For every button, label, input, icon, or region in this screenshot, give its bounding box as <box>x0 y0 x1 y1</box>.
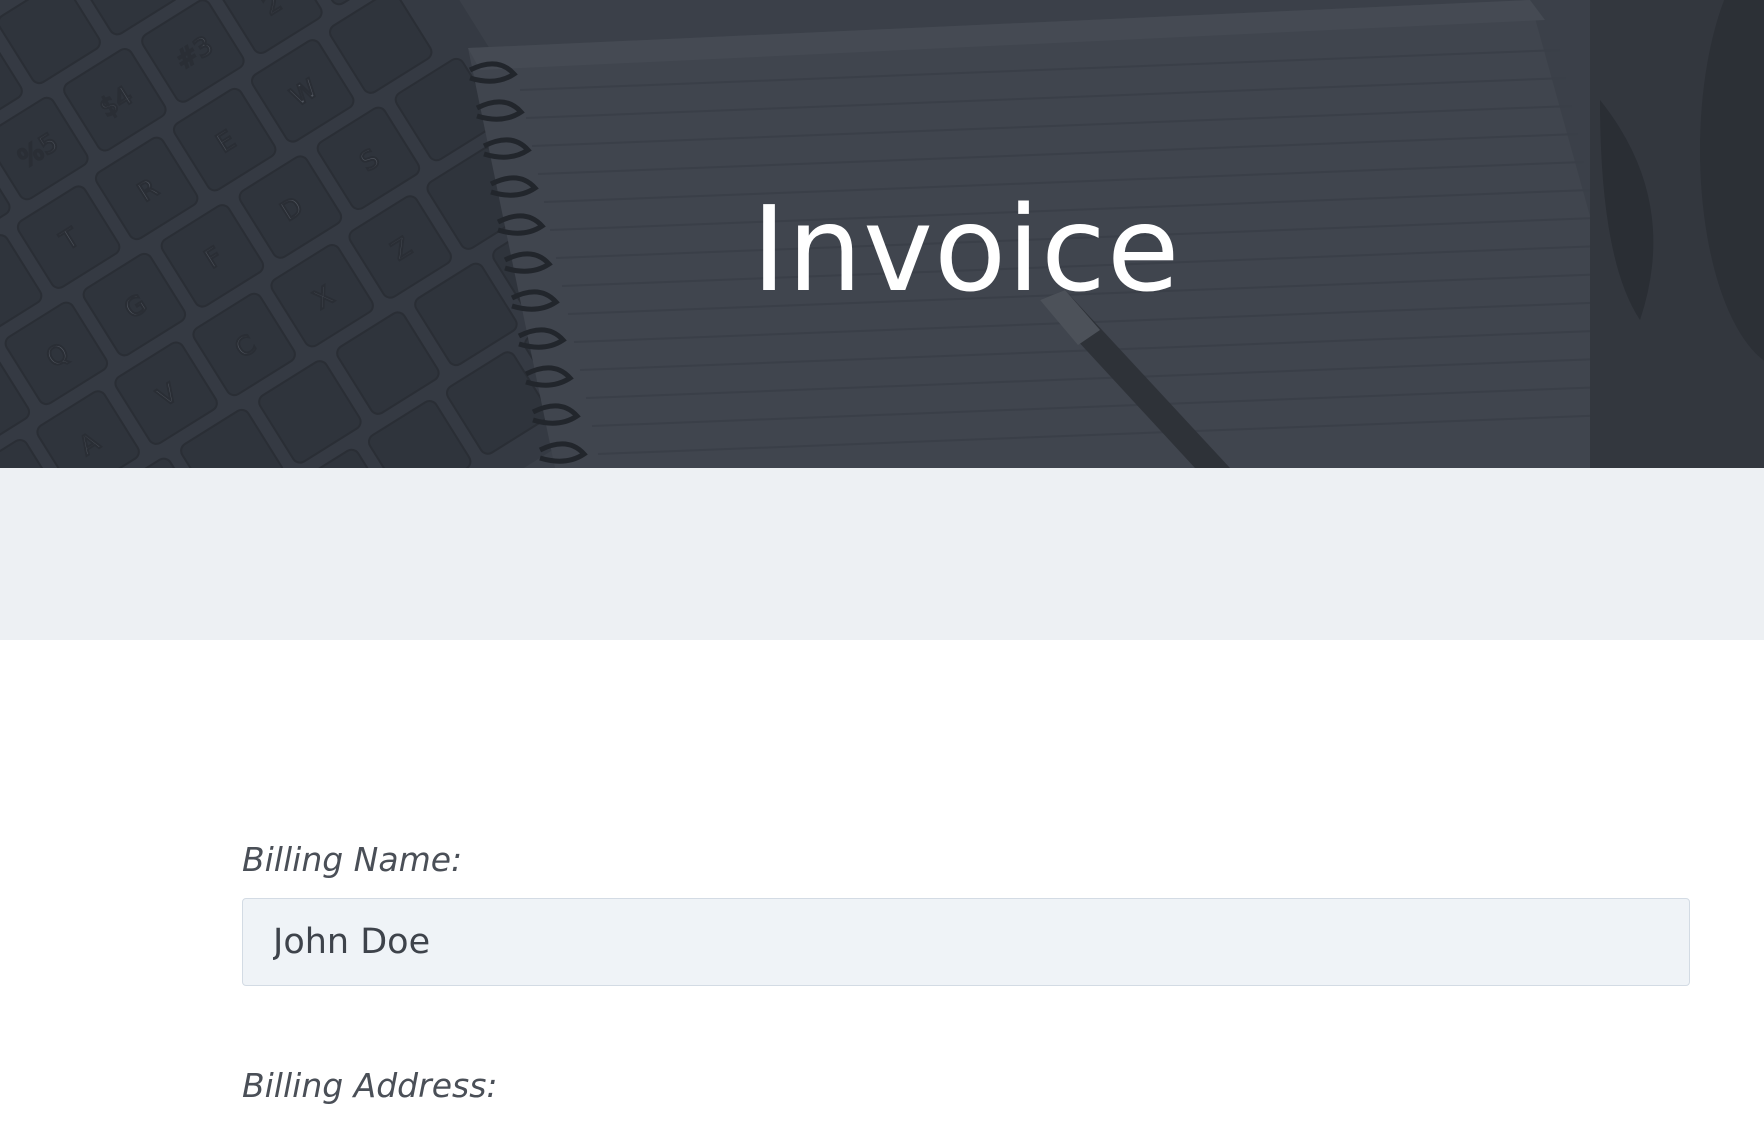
billing-name-label: Billing Name: <box>242 840 463 879</box>
page-title: Invoice <box>751 180 1181 318</box>
billing-name-input[interactable] <box>242 898 1690 986</box>
hero-spacer-band <box>0 468 1764 640</box>
hero-header: 6%5$4#32YTREWQGFDSAVCXZ Invoice <box>0 0 1764 468</box>
billing-address-label: Billing Address: <box>242 1066 498 1105</box>
invoice-page: 6%5$4#32YTREWQGFDSAVCXZ Invoice <box>0 0 1764 1124</box>
